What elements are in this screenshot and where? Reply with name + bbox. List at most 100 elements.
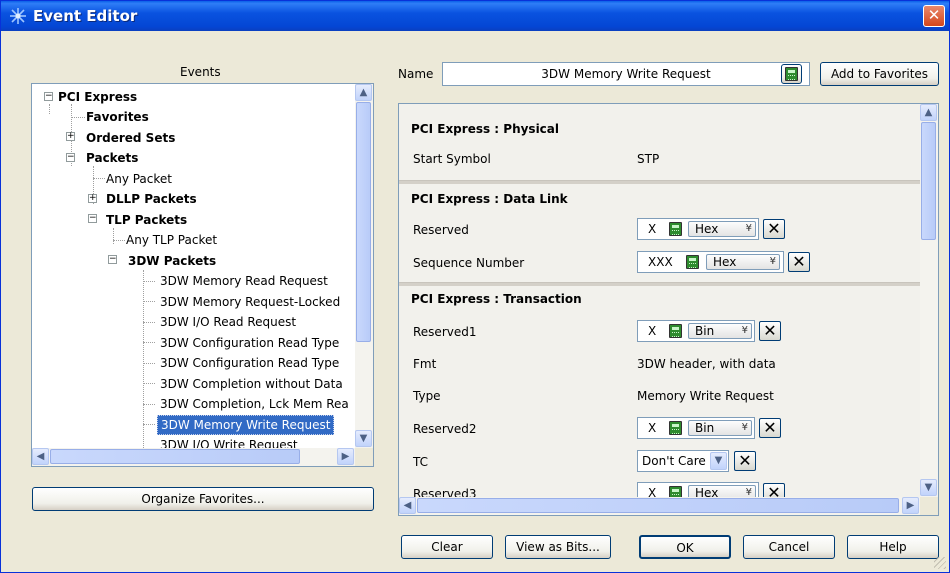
tc-clear-button[interactable]: ✕ (734, 451, 756, 471)
radix-label: Hex (695, 486, 719, 497)
reserved1-clear-button[interactable]: ✕ (759, 321, 781, 341)
x-icon: ✕ (763, 418, 777, 437)
reserved3-field[interactable]: X Hex ¥ (637, 482, 759, 497)
tree-node-any-packet[interactable]: Any Packet (106, 169, 172, 189)
tree-node-3dw-configuration-read-type-1[interactable]: 3DW Configuration Read Type (160, 353, 339, 373)
tree-node-3dw-configuration-read-type-0[interactable]: 3DW Configuration Read Type (160, 333, 339, 353)
calculator-icon[interactable] (669, 324, 682, 338)
calculator-icon[interactable] (669, 421, 682, 435)
scroll-thumb[interactable] (417, 498, 899, 513)
detail-horizontal-scrollbar[interactable]: ◀ ▶ (399, 497, 920, 515)
radix-label: Hex (695, 222, 719, 236)
reserved2-clear-button[interactable]: ✕ (759, 418, 781, 438)
field-label-type: Type (413, 389, 441, 403)
reserved-clear-button[interactable]: ✕ (763, 219, 785, 239)
help-button[interactable]: Help (847, 535, 939, 559)
name-input[interactable]: 3DW Memory Write Request (442, 62, 810, 86)
chevron-down-icon: ¥ (745, 487, 752, 497)
tree-node-3dw-completion-lck-mem-read[interactable]: 3DW Completion, Lck Mem Rea (160, 394, 349, 414)
tree-node-3dw-packets[interactable]: 3DW Packets (128, 251, 216, 271)
tree-node-favorites[interactable]: Favorites (86, 107, 149, 127)
down-arrow-icon: ▼ (359, 433, 368, 444)
tree-node-3dw-memory-write-request[interactable]: 3DW Memory Write Request (157, 415, 335, 435)
tree-node-any-tlp-packet[interactable]: Any TLP Packet (126, 230, 217, 250)
reserved1-field[interactable]: X Bin ¥ (637, 320, 755, 342)
tree-connector (143, 424, 155, 425)
section-separator (399, 180, 920, 184)
calculator-icon[interactable] (669, 222, 682, 236)
chevron-down-icon: ¥ (741, 325, 748, 336)
scroll-up-button[interactable]: ▲ (355, 84, 372, 101)
tree-horizontal-scrollbar[interactable]: ◀ ▶ (32, 448, 355, 466)
tree-node-dllp-packets[interactable]: DLLP Packets (106, 189, 197, 209)
tree-connector (71, 117, 85, 118)
cancel-button[interactable]: Cancel (743, 535, 835, 559)
x-icon: ✕ (738, 451, 752, 470)
reserved3-clear-button[interactable]: ✕ (763, 483, 785, 497)
reserved3-radix-select[interactable]: Hex ¥ (688, 485, 756, 497)
reserved-field[interactable]: X Hex ¥ (637, 218, 759, 240)
tree-node-3dw-completion-without-data[interactable]: 3DW Completion without Data (160, 374, 343, 394)
collapse-icon[interactable]: − (88, 214, 97, 223)
tree-connector (143, 281, 155, 282)
reserved2-field[interactable]: X Bin ¥ (637, 417, 755, 439)
name-label: Name (398, 67, 434, 81)
tree-vertical-scrollbar[interactable]: ▲ ▼ (355, 84, 373, 448)
scroll-down-button[interactable]: ▼ (355, 430, 372, 447)
scroll-up-button[interactable]: ▲ (920, 104, 937, 121)
name-calculator-button[interactable] (781, 64, 802, 84)
scroll-left-button[interactable]: ◀ (32, 448, 49, 465)
event-detail-panel[interactable]: PCI Express : Physical Start Symbol STP … (398, 103, 939, 516)
up-arrow-icon: ▲ (924, 107, 933, 118)
resize-grip-icon[interactable] (934, 557, 946, 569)
field-label-fmt: Fmt (413, 357, 437, 371)
radix-label: Hex (713, 255, 737, 269)
tree-node-3dw-io-write-request[interactable]: 3DW I/O Write Request (160, 435, 298, 448)
sequence-number-clear-button[interactable]: ✕ (788, 252, 810, 272)
collapse-icon[interactable]: − (66, 153, 75, 162)
organize-favorites-button[interactable]: Organize Favorites... (32, 487, 374, 511)
tree-node-ordered-sets[interactable]: Ordered Sets (86, 128, 175, 148)
section-header-transaction: PCI Express : Transaction (411, 292, 582, 306)
scroll-thumb[interactable] (50, 449, 300, 464)
reserved1-radix-select[interactable]: Bin ¥ (688, 323, 752, 339)
expand-icon[interactable]: + (88, 194, 97, 203)
collapse-icon[interactable]: − (108, 255, 117, 264)
field-label-reserved1: Reserved1 (413, 325, 477, 339)
tree-node-tlp-packets[interactable]: TLP Packets (106, 210, 187, 230)
scroll-left-button[interactable]: ◀ (399, 497, 416, 514)
calculator-icon[interactable] (686, 255, 699, 269)
view-as-bits-button[interactable]: View as Bits... (505, 535, 611, 559)
tree-node-3dw-io-read-request[interactable]: 3DW I/O Read Request (160, 312, 296, 332)
sequence-number-field[interactable]: XXX Hex ¥ (637, 251, 784, 273)
calculator-icon[interactable] (669, 486, 682, 497)
tree-node-packets[interactable]: Packets (86, 148, 138, 168)
tree-connector (113, 228, 114, 244)
down-arrow-icon: ▼ (924, 482, 933, 493)
tree-node-3dw-memory-read-request[interactable]: 3DW Memory Read Request (160, 271, 328, 291)
scroll-thumb[interactable] (356, 102, 371, 342)
scroll-right-button[interactable]: ▶ (337, 448, 354, 465)
scroll-thumb[interactable] (921, 122, 936, 240)
tc-select[interactable]: Don't Care ▼ (637, 450, 729, 472)
reserved-radix-select[interactable]: Hex ¥ (688, 221, 756, 237)
right-arrow-icon: ▶ (341, 451, 350, 462)
add-to-favorites-button[interactable]: Add to Favorites (820, 62, 939, 86)
ok-button[interactable]: OK (639, 535, 731, 559)
collapse-icon[interactable]: − (44, 92, 53, 101)
title-bar[interactable]: Event Editor ✕ (1, 1, 949, 31)
close-button[interactable]: ✕ (923, 5, 945, 27)
name-value: 3DW Memory Write Request (541, 67, 711, 81)
expand-icon[interactable]: + (66, 132, 75, 141)
events-tree[interactable]: − + − + − − PCI Express Favorites Ordere… (31, 83, 374, 467)
tree-node-3dw-memory-request-locked[interactable]: 3DW Memory Request-Locked (160, 292, 340, 312)
sequence-number-radix-select[interactable]: Hex ¥ (706, 254, 780, 270)
clear-button[interactable]: Clear (401, 535, 493, 559)
reserved3-value: X (648, 486, 657, 497)
scroll-down-button[interactable]: ▼ (920, 479, 937, 496)
tree-node-pci-express[interactable]: PCI Express (58, 87, 137, 107)
reserved2-radix-select[interactable]: Bin ¥ (688, 420, 752, 436)
detail-vertical-scrollbar[interactable]: ▲ ▼ (920, 104, 938, 497)
chevron-down-icon[interactable]: ▼ (710, 452, 727, 470)
scroll-right-button[interactable]: ▶ (902, 497, 919, 514)
